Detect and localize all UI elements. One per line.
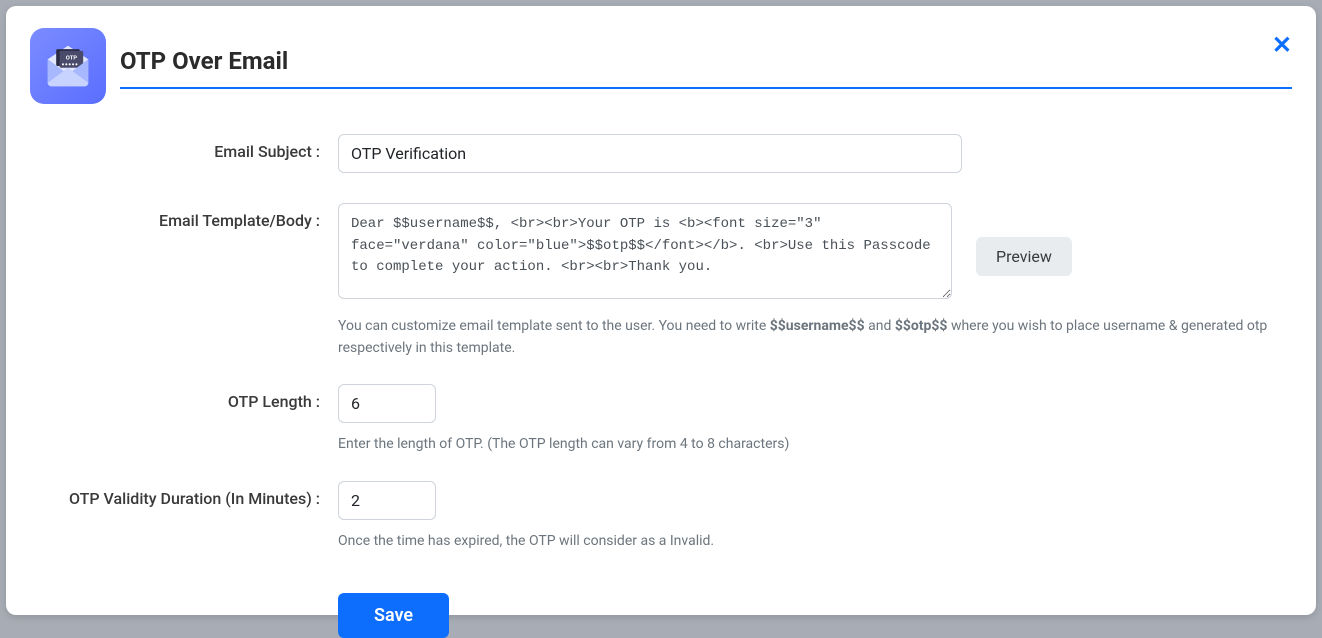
otp-envelope-icon: OTP [30, 28, 106, 104]
help-prefix: You can customize email template sent to… [338, 318, 770, 334]
email-subject-label: Email Subject : [30, 134, 338, 161]
row-email-subject: Email Subject : [30, 134, 1292, 173]
email-template-help-row: You can customize email template sent to… [338, 315, 1292, 360]
title-wrap: OTP Over Email [120, 43, 1292, 89]
help-token1: $$username$$ [770, 318, 865, 334]
otp-length-help-row: Enter the length of OTP. (The OTP length… [338, 433, 1292, 455]
modal-header: OTP OTP Over Email [30, 28, 1292, 104]
save-button[interactable]: Save [338, 593, 449, 638]
close-icon[interactable]: ✕ [1272, 34, 1292, 58]
row-otp-length: OTP Length : [30, 384, 1292, 423]
help-mid: and [865, 318, 895, 334]
email-template-textarea[interactable] [338, 203, 952, 299]
email-template-help: You can customize email template sent to… [338, 315, 1292, 360]
preview-button[interactable]: Preview [976, 237, 1072, 276]
otp-length-label: OTP Length : [30, 384, 338, 411]
help-token2: $$otp$$ [895, 318, 948, 334]
otp-validity-input[interactable] [338, 481, 436, 520]
modal-title: OTP Over Email [120, 47, 1292, 75]
row-otp-validity: OTP Validity Duration (In Minutes) : [30, 481, 1292, 520]
otp-over-email-modal: ✕ OTP OTP Over Email Em [6, 6, 1316, 615]
envelope-svg: OTP [41, 39, 95, 93]
otp-length-help: Enter the length of OTP. (The OTP length… [338, 433, 1292, 455]
row-email-template: Email Template/Body : Preview [30, 203, 1292, 299]
email-subject-input[interactable] [338, 134, 962, 173]
otp-length-input[interactable] [338, 384, 436, 423]
form-area: Email Subject : Email Template/Body : Pr… [30, 134, 1292, 638]
title-underline [120, 87, 1292, 89]
email-template-label: Email Template/Body : [30, 203, 338, 230]
svg-text:OTP: OTP [66, 55, 78, 61]
otp-validity-help-row: Once the time has expired, the OTP will … [338, 530, 1292, 552]
otp-validity-help: Once the time has expired, the OTP will … [338, 530, 1292, 552]
save-row: Save [338, 593, 1292, 638]
otp-validity-label: OTP Validity Duration (In Minutes) : [30, 481, 338, 508]
